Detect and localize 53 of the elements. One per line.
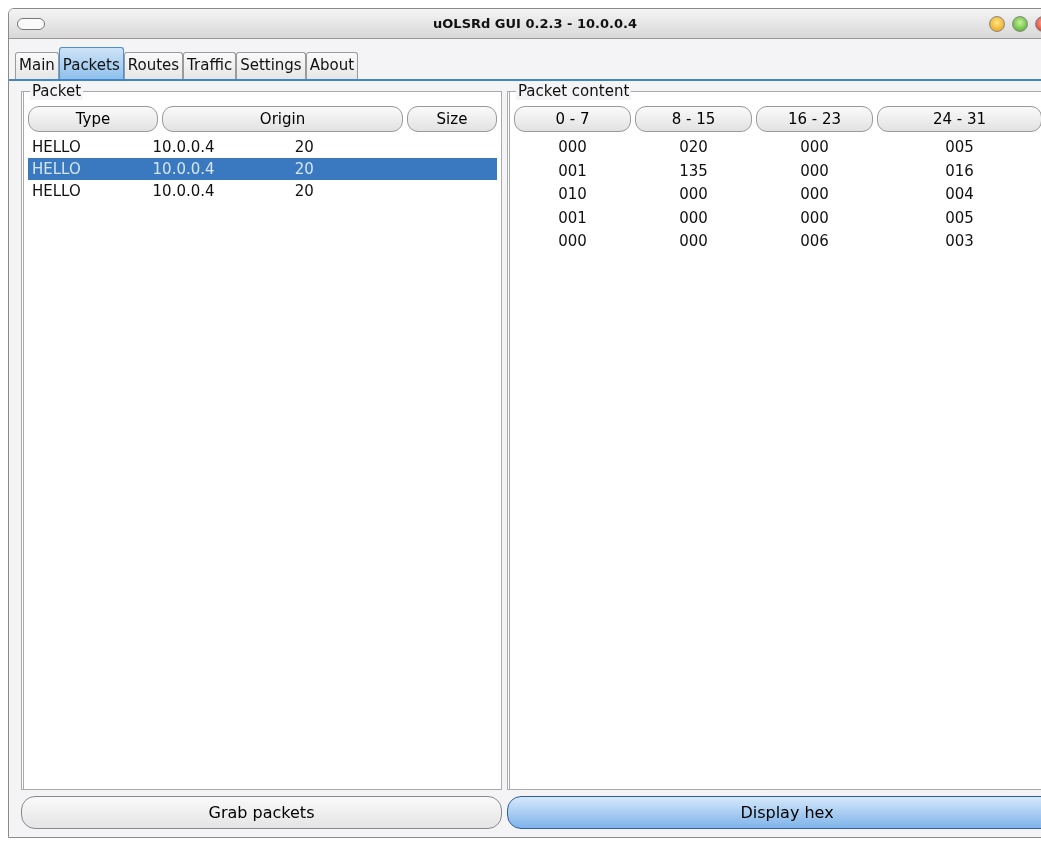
table-cell-text: 20 <box>294 181 315 202</box>
tab[interactable]: Packets <box>58 47 124 79</box>
table-cell-text: HELLO <box>32 159 82 180</box>
table-cell-text: 10.0.0.4 <box>152 181 216 202</box>
table-cell-text: 003 <box>944 231 975 252</box>
table-cell-text: 10.0.0.4 <box>152 137 216 158</box>
table-cell-text: 000 <box>678 207 709 229</box>
column-header[interactable]: 16 - 23 <box>756 106 873 132</box>
table-cell-text: 020 <box>678 137 709 158</box>
table-cell-text: 000 <box>678 184 709 205</box>
table-cell-text: 000 <box>799 160 830 182</box>
column-header[interactable]: 8 - 15 <box>635 106 752 132</box>
table-cell-text: 005 <box>944 207 975 229</box>
table-cell-text: 004 <box>944 184 975 205</box>
table-cell-text: 001 <box>557 207 588 229</box>
table-row[interactable]: HELLO 10.0.0.4 20 <box>28 136 497 158</box>
tab[interactable]: Routes <box>123 52 184 79</box>
tab[interactable]: Traffic <box>183 52 237 79</box>
panel-title: Packet <box>30 82 84 100</box>
table-cell-text: 000 <box>557 137 588 158</box>
tab[interactable]: About <box>305 52 359 79</box>
table-cell-text: 000 <box>799 137 830 158</box>
table-cell-text: 135 <box>678 160 709 182</box>
column-header[interactable]: Size <box>407 106 497 132</box>
column-header[interactable]: 24 - 31 <box>877 106 1041 132</box>
table-cell-text: 10.0.0.4 <box>152 159 216 180</box>
column-header[interactable]: 0 - 7 <box>514 106 631 132</box>
window-menu-button[interactable] <box>17 17 45 30</box>
table-cell-text: 000 <box>557 231 588 252</box>
minimize-button[interactable] <box>989 15 1005 32</box>
table-cell-text: 006 <box>799 231 830 252</box>
table-cell-text: 000 <box>799 184 830 205</box>
table-cell-text: HELLO <box>32 181 82 202</box>
table-cell-text: 000 <box>799 207 830 229</box>
window-title: uOLSRd GUI 0.2.3 - 10.0.0.4 <box>432 14 638 33</box>
table-cell-text: 20 <box>294 137 315 158</box>
table-cell-text: 000 <box>678 231 709 252</box>
toggle-button[interactable]: Grab packets <box>21 796 502 829</box>
table-row[interactable]: HELLO 10.0.0.4 20 <box>28 180 497 202</box>
table-row[interactable]: HELLO 10.0.0.4 20 <box>28 158 497 180</box>
table-cell-text: 016 <box>944 160 975 182</box>
table-cell-text: 20 <box>294 159 315 180</box>
maximize-button[interactable] <box>1012 15 1028 32</box>
table-cell-text: HELLO <box>32 137 82 158</box>
toggle-button[interactable]: Display hex <box>507 796 1041 829</box>
column-header[interactable]: Type <box>28 106 158 132</box>
table-cell-text: 010 <box>557 184 588 205</box>
panel-title: Packet content <box>516 82 632 100</box>
tab[interactable]: Settings <box>236 52 306 79</box>
table-cell-text: 005 <box>944 137 975 158</box>
table-cell-text: 001 <box>557 160 588 182</box>
tab[interactable]: Main <box>15 52 59 79</box>
column-header[interactable]: Origin <box>162 106 403 132</box>
